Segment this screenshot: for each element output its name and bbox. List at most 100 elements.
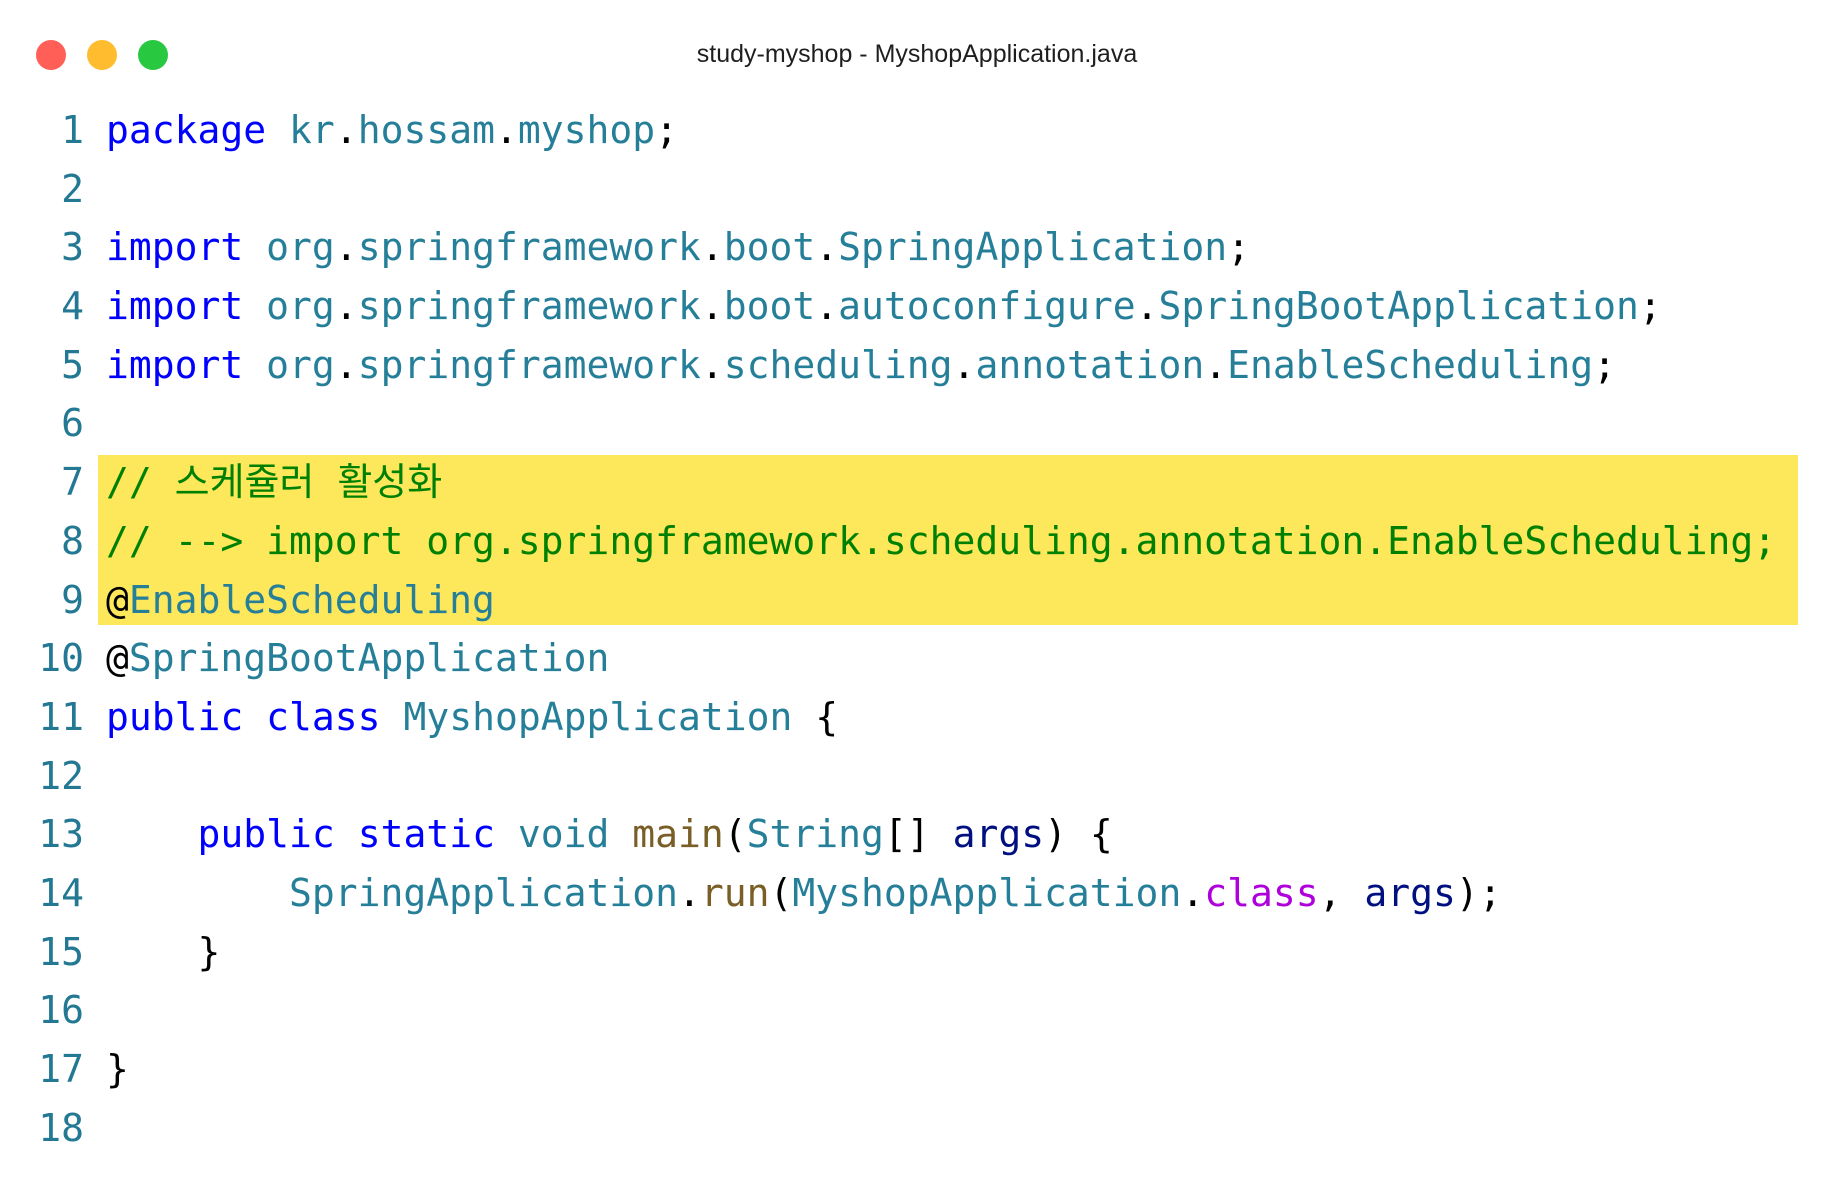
code-token: . [1181,870,1205,915]
line-number: 11 [38,694,84,739]
code-line[interactable]: 14 SpringApplication.run(MyshopApplicati… [0,864,1834,923]
code-line[interactable]: 12 [0,747,1834,806]
code-token: { [792,694,839,739]
line-number: 3 [61,225,84,270]
code-token: boot [723,225,816,270]
line-number: 1 [61,108,84,152]
code-line[interactable]: 17} [0,1040,1834,1099]
line-number: 12 [38,753,84,798]
line-number: 13 [38,812,84,857]
line-number: 16 [38,988,84,1033]
code-line[interactable]: 2 [0,160,1834,219]
code-line[interactable]: 16 [0,981,1834,1040]
line-number: 6 [61,401,84,446]
window-title: study-myshop - MyshopApplication.java [696,40,1138,68]
line-number: 5 [61,342,84,387]
code-token: import [106,225,244,270]
code-token: . [1135,284,1159,329]
code-token: . [334,284,358,329]
code-token: boot [723,284,816,329]
code-text: // 스케쥴러 활성화 [106,453,442,512]
code-line[interactable]: 7 // 스케쥴러 활성화 [0,453,1834,512]
code-text: import org.springframework.boot.autoconf… [106,277,1662,336]
code-line[interactable]: 11 public class MyshopApplication { [0,688,1834,747]
code-token: ; [655,108,679,152]
window-titlebar: study-myshop - MyshopApplication.java [0,0,1834,100]
code-token: } [106,929,221,974]
code-token: SpringApplication [838,225,1228,270]
code-editor[interactable]: 1 package kr.hossam.myshop; 2 3 import org.s… [0,101,1834,1157]
code-token: ; [1638,284,1662,329]
code-token: scheduling [723,342,953,387]
code-token: . [952,342,976,387]
code-token: ) { [1044,812,1113,857]
code-token: kr [289,108,335,152]
code-line[interactable]: 18 [0,1099,1834,1158]
code-token: ( [723,812,747,857]
code-token: class [266,694,381,739]
code-token: ; [1227,225,1250,270]
code-token: . [334,342,358,387]
code-token: MyshopApplication [403,694,793,739]
code-text: public static void main(String[] args) { [106,805,1113,864]
code-token: MyshopApplication [792,870,1182,915]
code-token: autoconfigure [838,284,1136,329]
code-text: public class MyshopApplication { [106,688,838,747]
code-token: springframework [357,225,701,270]
line-number: 15 [38,929,84,974]
code-token: // 스케쥴러 활성화 [106,460,443,505]
code-token: org [266,225,335,270]
code-text: import org.springframework.scheduling.an… [106,336,1616,395]
code-text: // --> import org.springframework.schedu… [106,512,1776,571]
code-token: @ [106,577,129,622]
code-token: annotation [975,342,1205,387]
code-token: SpringApplication [289,870,678,915]
code-token: springframework [357,284,701,329]
code-line[interactable]: 9 @EnableScheduling [0,570,1834,630]
code-text: SpringApplication.run(MyshopApplication.… [106,864,1502,923]
code-token: . [700,225,724,270]
code-token: EnableScheduling [128,577,495,622]
code-text: } [106,1040,129,1099]
line-number: 10 [38,636,84,681]
code-line[interactable]: 5 import org.springframework.scheduling.a… [0,336,1834,395]
line-number: 7 [61,460,84,505]
code-token: public [106,694,244,739]
code-token: , [1318,870,1365,915]
line-number: 9 [61,577,84,622]
line-number: 18 [38,1105,84,1150]
code-text: @EnableScheduling [106,571,495,630]
code-token: org [266,342,335,387]
code-token: EnableScheduling [1227,342,1594,387]
code-token: args [952,812,1045,857]
code-line[interactable]: 10 @SpringBootApplication [0,629,1834,688]
code-token: org [266,284,335,329]
code-line[interactable]: 3 import org.springframework.boot.SpringA… [0,218,1834,277]
code-token: SpringBootApplication [128,636,610,681]
code-line[interactable]: 6 [0,394,1834,453]
line-number: 4 [61,284,84,329]
code-token: . [494,108,518,152]
code-line[interactable]: 8 // --> import org.springframework.sched… [0,511,1834,571]
code-token: springframework [357,342,701,387]
code-line[interactable]: 4 import org.springframework.boot.autocon… [0,277,1834,336]
code-token: . [700,342,724,387]
code-token: main [632,812,724,857]
code-token: import [106,284,244,329]
code-line[interactable]: 13 public static void main(String[] args… [0,805,1834,864]
code-line[interactable]: 15 } [0,923,1834,982]
code-token: public [197,812,335,857]
code-token: run [700,870,770,915]
code-text: import org.springframework.boot.SpringAp… [106,218,1250,277]
code-line[interactable]: 1 package kr.hossam.myshop; [0,101,1834,160]
line-number: 8 [61,518,84,563]
code-token: . [677,870,701,915]
code-token: static [357,812,495,857]
